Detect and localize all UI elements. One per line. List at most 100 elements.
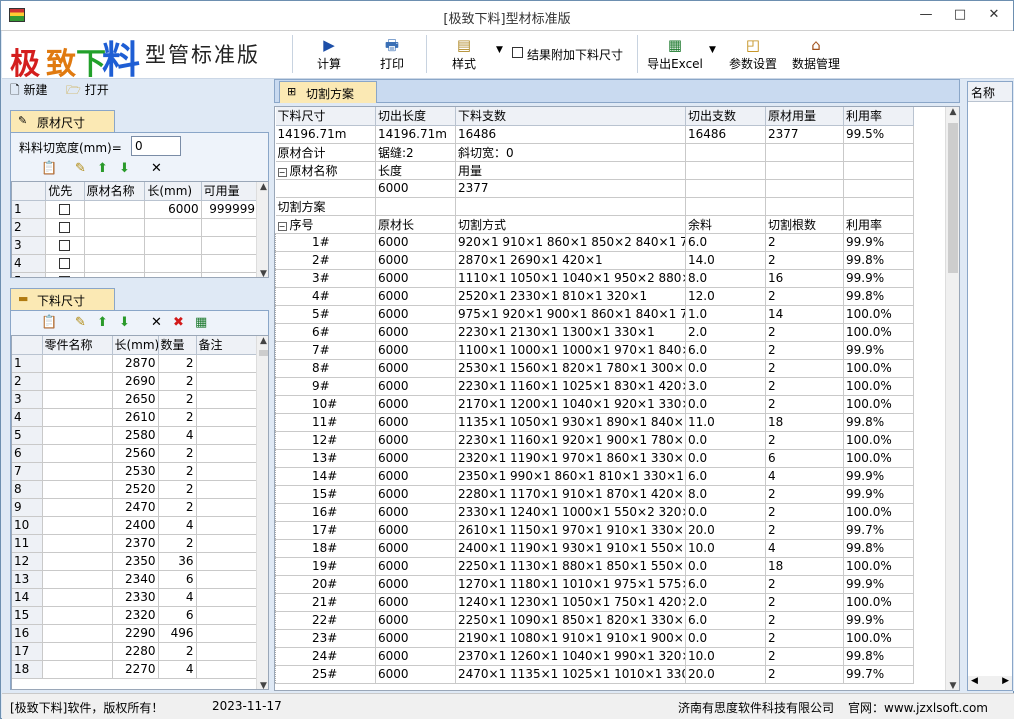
part-note-cell[interactable]	[196, 588, 257, 607]
part-name-cell[interactable]	[42, 444, 113, 463]
raw-row[interactable]: 3	[12, 236, 259, 255]
chevron-down-icon[interactable]: ▼	[946, 681, 959, 690]
part-length-cell[interactable]: 2340	[112, 570, 159, 589]
raw-qty-cell[interactable]	[201, 272, 259, 277]
cut-row[interactable]: 18 2270 4	[12, 660, 257, 679]
raw-row[interactable]: 4	[12, 254, 259, 273]
plan-row[interactable]: 11#60001135×1 1050×1 930×1 890×1 840×1 8…	[275, 413, 914, 432]
part-name-cell[interactable]	[42, 426, 113, 445]
priority-cell[interactable]	[45, 236, 85, 255]
plan-row[interactable]: 25# 6000 2470×1 1135×1 1025×1 1010×1 330×1…	[275, 665, 914, 684]
part-qty-cell[interactable]: 4	[158, 516, 197, 535]
part-qty-cell[interactable]: 6	[158, 570, 197, 589]
part-length-cell[interactable]: 2580	[112, 426, 159, 445]
part-note-cell[interactable]	[196, 642, 257, 661]
part-note-cell[interactable]	[196, 552, 257, 571]
raw-qty-cell[interactable]	[201, 236, 259, 255]
raw-qty-cell[interactable]	[201, 254, 259, 273]
part-name-cell[interactable]	[42, 408, 113, 427]
plan-row[interactable]: 21#60001240×1 1230×1 1050×1 750×1 420×1 …	[275, 593, 914, 612]
part-length-cell[interactable]: 2400	[112, 516, 159, 535]
plan-row[interactable]: 18# 6000 2400×1 1190×1 930×1 910×1 550×1 10…	[275, 539, 914, 558]
settings-button[interactable]: ◰ 参数设置	[727, 35, 779, 75]
part-note-cell[interactable]	[196, 498, 257, 517]
plan-row[interactable]: 10#60002170×1 1200×1 1040×1 920×1 330×1 …	[275, 395, 914, 414]
plan-row[interactable]: 9#60002230×1 1160×1 1025×1 830×1 420×1 3…	[275, 377, 914, 396]
priority-cell[interactable]	[45, 272, 85, 277]
excel-import-icon[interactable]: ▦	[195, 315, 207, 330]
kerf-width-input[interactable]: 0	[131, 136, 181, 156]
calculate-button[interactable]: ▶ 计算	[307, 35, 351, 75]
part-length-cell[interactable]: 2650	[112, 390, 159, 409]
part-length-cell[interactable]: 2560	[112, 444, 159, 463]
part-name-cell[interactable]	[42, 498, 113, 517]
priority-checkbox[interactable]	[59, 222, 71, 233]
part-name-cell[interactable]	[42, 390, 113, 409]
part-note-cell[interactable]	[196, 354, 257, 373]
priority-cell[interactable]	[45, 200, 85, 219]
plan-row[interactable]: 14#60002350×1 990×1 860×1 810×1 330×1 32…	[275, 467, 914, 486]
part-name-cell[interactable]	[42, 480, 113, 499]
part-name-cell[interactable]	[42, 570, 113, 589]
part-qty-cell[interactable]: 4	[158, 588, 197, 607]
cut-row[interactable]: 1 2870 2	[12, 354, 257, 373]
part-name-cell[interactable]	[42, 462, 113, 481]
plan-row[interactable]: 23# 6000 2190×1 1080×1 910×1 910×1 900×1 0.…	[275, 629, 914, 648]
part-qty-cell[interactable]: 2	[158, 390, 197, 409]
cut-row[interactable]: 11 2370 2	[12, 534, 257, 553]
part-note-cell[interactable]	[196, 516, 257, 535]
plan-row[interactable]: 19#60002250×1 1130×1 880×1 850×1 550×1 3…	[275, 557, 914, 576]
part-length-cell[interactable]: 2320	[112, 606, 159, 625]
tab-cut-size[interactable]: ▬ 下料尺寸	[10, 288, 115, 310]
part-qty-cell[interactable]: 2	[158, 354, 197, 373]
part-qty-cell[interactable]: 2	[158, 372, 197, 391]
part-length-cell[interactable]: 2350	[112, 552, 159, 571]
part-qty-cell[interactable]: 4	[158, 660, 197, 679]
chevron-up-icon[interactable]: ▲	[257, 182, 268, 192]
cut-row[interactable]: 15 2320 6	[12, 606, 257, 625]
part-length-cell[interactable]: 2530	[112, 462, 159, 481]
part-note-cell[interactable]	[196, 534, 257, 553]
print-button[interactable]: 🖶 打印	[370, 35, 414, 75]
arrow-down-icon[interactable]: ⬇	[119, 315, 130, 330]
raw-name-cell[interactable]	[84, 236, 146, 255]
part-qty-cell[interactable]: 6	[158, 606, 197, 625]
part-length-cell[interactable]: 2870	[112, 354, 159, 373]
part-name-cell[interactable]	[42, 642, 113, 661]
part-note-cell[interactable]	[196, 462, 257, 481]
plan-row[interactable]: 6# 6000 2230×1 2130×1 1300×1 330×1 2.0 2 100.…	[275, 323, 914, 342]
part-qty-cell[interactable]: 2	[158, 534, 197, 553]
raw-row[interactable]: 5	[12, 272, 259, 277]
part-length-cell[interactable]: 2610	[112, 408, 159, 427]
minimize-button[interactable]: —	[913, 5, 939, 25]
part-length-cell[interactable]: 2290	[112, 624, 159, 643]
plan-seq-header-cell[interactable]: − 序号	[275, 215, 376, 234]
part-qty-cell[interactable]: 2	[158, 408, 197, 427]
raw-length-cell[interactable]	[144, 254, 202, 273]
raw-length-cell[interactable]: 6000	[144, 200, 202, 219]
style-dropdown-arrow-icon[interactable]: ▼	[496, 45, 503, 55]
collapse-icon[interactable]: −	[277, 221, 287, 231]
cut-row[interactable]: 4 2610 2	[12, 408, 257, 427]
plan-row[interactable]: 3# 6000 1110×1 1050×1 1040×1 950×2 880×1 8.…	[275, 269, 914, 288]
priority-checkbox[interactable]	[59, 204, 71, 215]
arrow-down-icon[interactable]: ⬇	[119, 161, 130, 176]
paste-icon[interactable]: 📋	[41, 315, 57, 330]
part-note-cell[interactable]	[196, 444, 257, 463]
raw-name-cell[interactable]	[84, 254, 146, 273]
raw-row[interactable]: 1 6000 999999	[12, 200, 259, 219]
plan-scrollbar[interactable]: ▲ ▼	[945, 107, 959, 690]
cut-row[interactable]: 6 2560 2	[12, 444, 257, 463]
cut-row[interactable]: 17 2280 2	[12, 642, 257, 661]
new-button[interactable]: 🗋 新建	[10, 81, 48, 101]
tab-cutting-plan[interactable]: ⊞ 切割方案	[279, 81, 377, 103]
plan-row[interactable]: 4# 6000 2520×1 2330×1 810×1 320×1 12.0 2 99.8…	[275, 287, 914, 306]
plan-row[interactable]: 1#6000920×1 910×1 860×1 850×2 840×1 750×…	[275, 233, 914, 252]
paste-icon[interactable]: 📋	[41, 161, 57, 176]
open-button[interactable]: 🗁 打开	[66, 81, 109, 101]
priority-checkbox[interactable]	[59, 258, 71, 269]
part-name-cell[interactable]	[42, 624, 113, 643]
part-qty-cell[interactable]: 2	[158, 498, 197, 517]
cut-scrollbar[interactable]: ▲ ▼	[256, 336, 268, 689]
cut-row[interactable]: 10 2400 4	[12, 516, 257, 535]
